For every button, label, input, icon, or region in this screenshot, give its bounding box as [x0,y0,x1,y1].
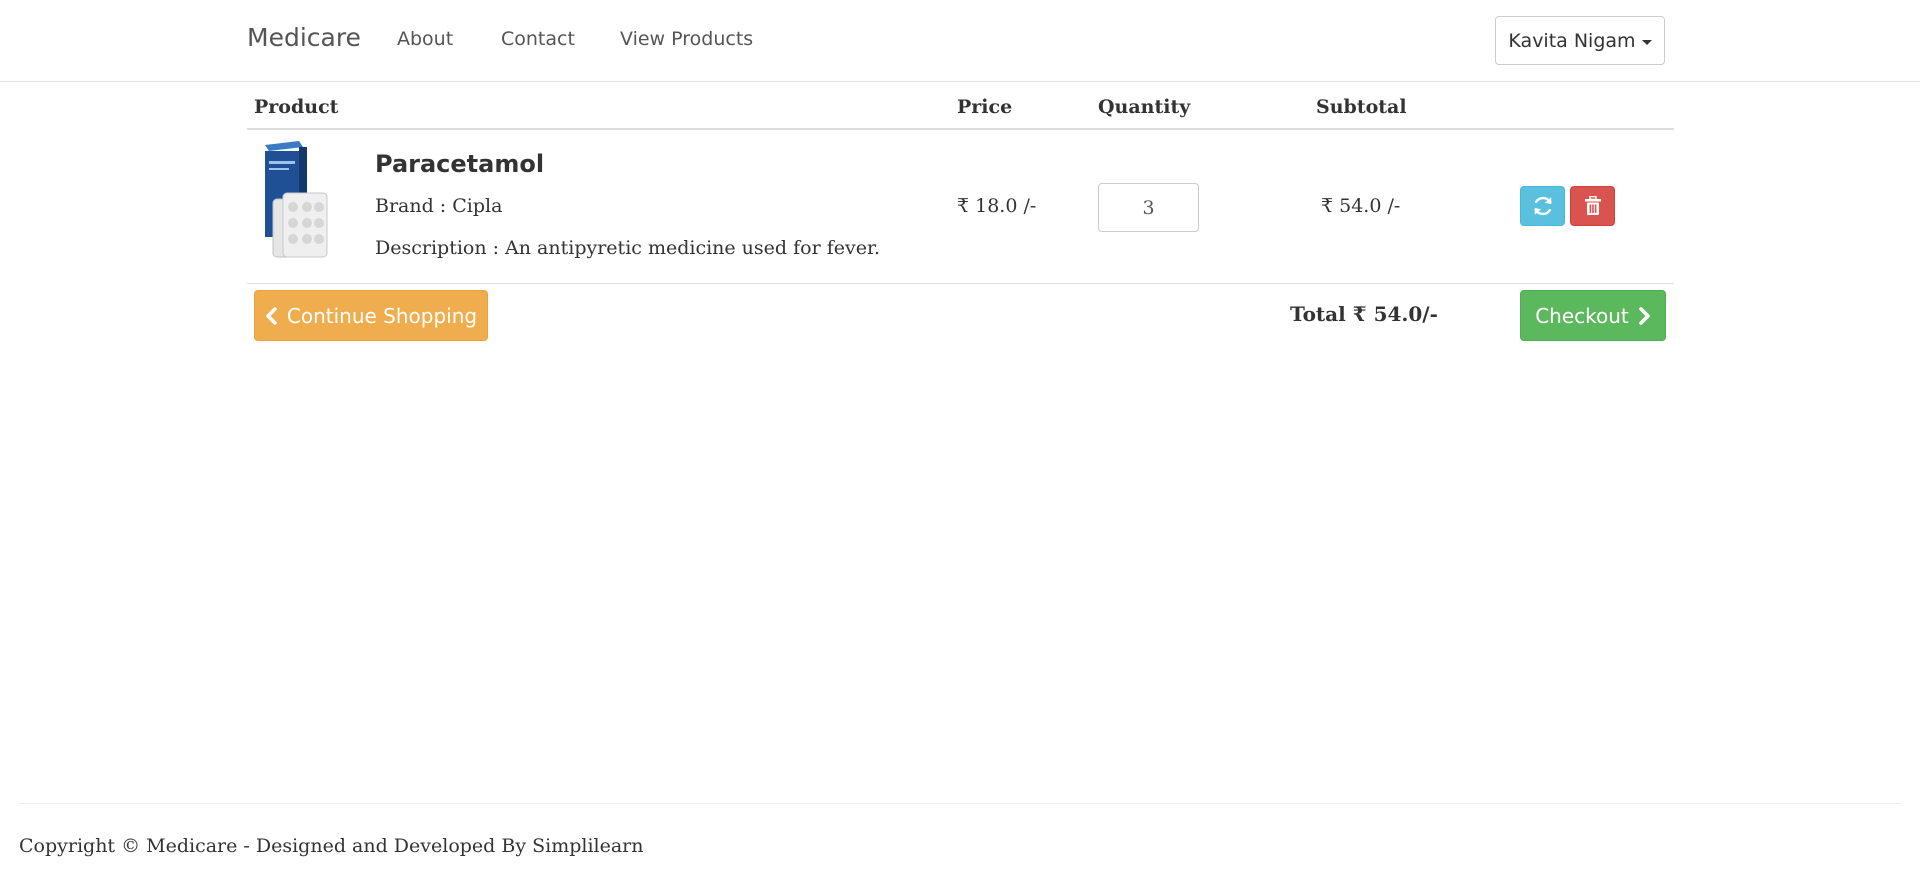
caret-down-icon [1641,39,1652,45]
remove-item-button[interactable] [1570,186,1615,226]
trash-icon [1584,196,1601,215]
footer-copyright: Copyright © Medicare - Designed and Deve… [19,835,644,857]
nav-link-view-products[interactable]: View Products [620,28,753,50]
continue-shopping-label: Continue Shopping [286,303,478,328]
chevron-left-icon [266,306,277,325]
product-name: Paracetamol [375,150,545,178]
continue-shopping-button[interactable]: Continue Shopping [254,290,488,341]
table-header-divider [247,128,1674,130]
header-quantity: Quantity [1098,96,1191,118]
cart-total: Total ₹ 54.0/- [1290,302,1438,326]
table-row-divider [247,283,1674,284]
checkout-button[interactable]: Checkout [1520,290,1666,341]
product-image [265,141,328,258]
chevron-right-icon [1638,306,1650,325]
checkout-label: Checkout [1535,303,1629,328]
quantity-input[interactable] [1098,183,1199,232]
footer-divider [19,803,1901,804]
user-menu-button[interactable]: Kavita Nigam [1495,16,1665,65]
header-subtotal: Subtotal [1316,96,1407,118]
header-product: Product [254,96,339,118]
nav-link-about[interactable]: About [397,28,453,50]
product-brand: Brand : Cipla [375,195,503,217]
product-price: ₹ 18.0 /- [957,195,1037,217]
product-subtotal: ₹ 54.0 /- [1321,195,1401,217]
brand-logo[interactable]: Medicare [247,23,361,52]
refresh-icon [1533,196,1552,216]
user-menu-label: Kavita Nigam [1508,29,1636,52]
top-navbar: Medicare About Contact View Products Kav… [0,0,1920,82]
update-quantity-button[interactable] [1520,186,1565,226]
header-price: Price [957,96,1013,118]
nav-link-contact[interactable]: Contact [501,28,575,50]
product-description: Description : An antipyretic medicine us… [375,237,881,259]
